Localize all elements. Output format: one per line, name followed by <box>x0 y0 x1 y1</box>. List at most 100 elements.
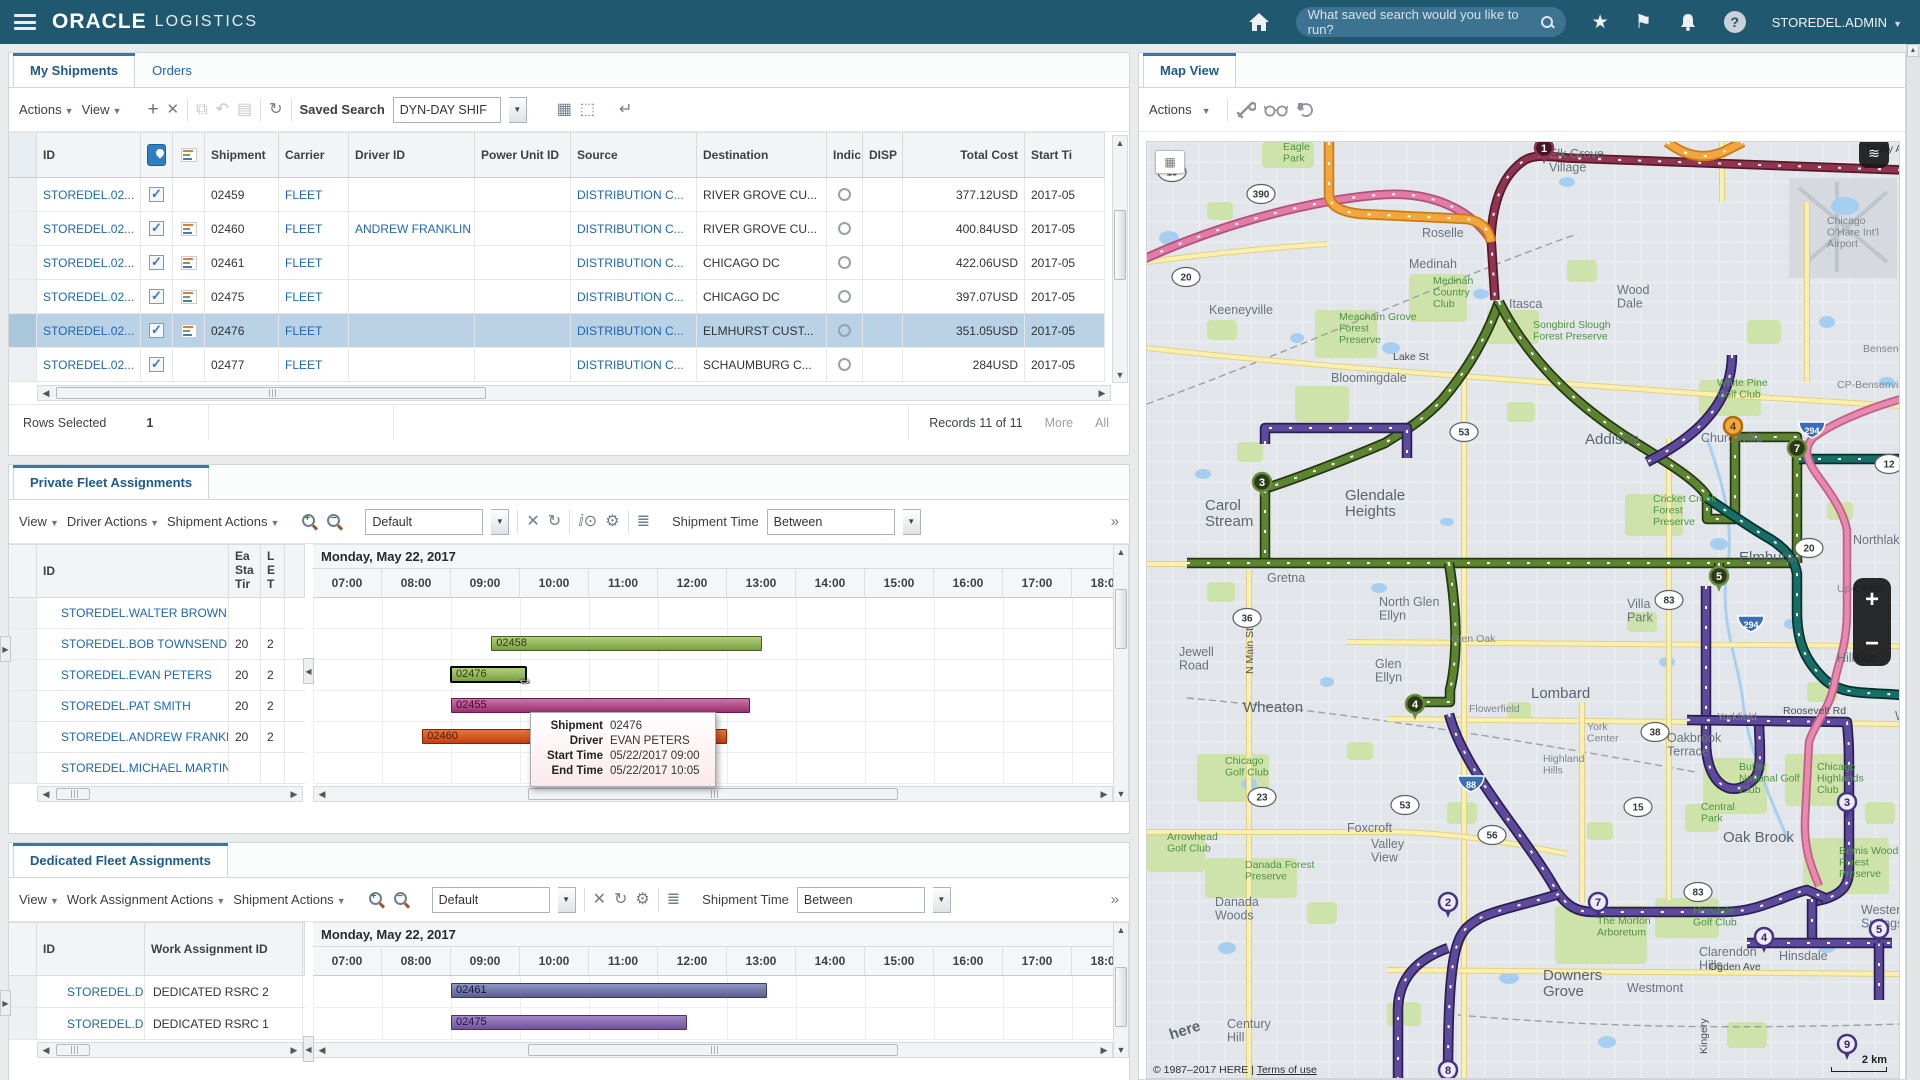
gantt-bar-02455[interactable]: 02455 <box>451 698 750 713</box>
pf-legend-icon[interactable]: ≣ <box>637 513 650 530</box>
link-driver-id[interactable]: STOREDEL.MICHAEL MARTIN <box>61 761 228 775</box>
map-layers-icon[interactable]: ≋ <box>1859 142 1889 168</box>
go-icon[interactable]: ↵ <box>619 101 632 118</box>
pf-driver-hours-icon[interactable]: ⅈ⊙ <box>578 513 597 530</box>
column-header-driver[interactable]: Driver ID <box>349 132 475 178</box>
column-header-cost[interactable]: Total Cost <box>903 132 1025 178</box>
list-item[interactable]: STOREDEL.MICHAEL MARTIN <box>9 753 305 784</box>
flag-icon[interactable]: ⚑ <box>1635 11 1652 34</box>
page-scrollbar[interactable]: ▲ <box>1906 44 1920 1080</box>
df-overflow-icon[interactable]: » <box>1111 891 1119 908</box>
add-icon[interactable]: + <box>147 100 158 119</box>
link-driver-id[interactable]: STOREDEL.BOB TOWNSEND <box>61 637 227 651</box>
column-header-gantt[interactable] <box>173 132 205 178</box>
link-source[interactable]: DISTRIBUTION C... <box>577 290 684 304</box>
scroll-left-icon[interactable]: ◀ <box>38 789 54 800</box>
pf-preset-select[interactable]: Default <box>365 508 484 535</box>
column-header-id[interactable]: ID <box>37 132 141 178</box>
link-carrier[interactable]: FLEET <box>285 188 322 202</box>
table-row[interactable]: STOREDEL.02... 02461 FLEET DISTRIBUTION C..… <box>9 246 1129 280</box>
map-zoom-in-icon[interactable]: + <box>1865 586 1879 614</box>
pf-overflow-icon[interactable]: » <box>1111 513 1119 530</box>
user-menu[interactable]: STOREDEL.ADMIN ▼ <box>1772 15 1902 30</box>
dedicated-vscrollbar[interactable]: ▲ ▼ <box>1113 922 1129 1058</box>
saved-search-select[interactable]: DYN-DAY SHIF <box>392 96 501 123</box>
link-driver-id[interactable]: STOREDEL.EVAN PETERS <box>61 668 212 682</box>
scroll-right-icon[interactable]: ▶ <box>1094 388 1110 399</box>
df-shipment-time-select[interactable]: Between <box>796 886 925 913</box>
duplicate-icon[interactable]: ⧉ <box>196 101 207 118</box>
map-checkbox[interactable] <box>149 186 164 202</box>
gantt-bar-02461[interactable]: 02461 <box>451 983 768 998</box>
link-carrier[interactable]: FLEET <box>285 256 322 270</box>
help-icon[interactable]: ? <box>1723 11 1746 33</box>
map-column-header-icon[interactable] <box>147 144 166 166</box>
link-source[interactable]: DISTRIBUTION C... <box>577 358 684 372</box>
scroll-right-icon[interactable]: ▶ <box>286 789 302 800</box>
link-id[interactable]: STOREDEL.02... <box>43 256 134 270</box>
scroll-right-icon[interactable]: ▶ <box>286 1045 302 1056</box>
hamburger-menu-icon[interactable] <box>14 14 36 30</box>
table-row[interactable]: STOREDEL.02... 02476 FLEET DISTRIBUTION C..… <box>9 314 1129 348</box>
detach-icon[interactable]: ⬚ <box>580 101 595 118</box>
link-carrier[interactable]: FLEET <box>285 324 322 338</box>
link-id[interactable]: STOREDEL.02... <box>43 290 134 304</box>
map-glasses-icon[interactable] <box>1263 102 1288 118</box>
link-source[interactable]: DISTRIBUTION C... <box>577 324 684 338</box>
map-zoom-out-icon[interactable]: − <box>1865 630 1879 658</box>
private-panel-expander-icon[interactable]: ▶ <box>0 636 11 662</box>
map-checkbox[interactable] <box>149 254 164 270</box>
undo-icon[interactable]: ↶ <box>216 101 229 118</box>
list-item[interactable]: STOREDEL.BOB TOWNSEND 20 2 <box>9 629 305 660</box>
gantt-bar-02458[interactable]: 02458 <box>491 636 762 651</box>
df-preset-dropdown-icon[interactable]: ▼ <box>557 886 576 913</box>
table-row[interactable]: STOREDEL.02... 02477 FLEET DISTRIBUTION C..… <box>9 348 1129 382</box>
save-icon[interactable]: ▤ <box>237 101 252 118</box>
list-item[interactable]: STOREDEL.D DEDICATED RSRC 1 <box>9 1008 305 1040</box>
link-driver-id[interactable]: STOREDEL.WALTER BROWN <box>61 606 227 620</box>
pf-preset-dropdown-icon[interactable]: ▼ <box>491 508 510 535</box>
link-id[interactable]: STOREDEL.02... <box>43 324 134 338</box>
pf-shipment-time-select[interactable]: Between <box>766 508 895 535</box>
scroll-down-icon[interactable]: ▼ <box>1117 787 1126 801</box>
home-icon[interactable] <box>1248 12 1270 32</box>
list-item[interactable]: STOREDEL.PAT SMITH 20 2 <box>9 691 305 722</box>
scroll-up-icon[interactable]: ▲ <box>1116 136 1125 150</box>
scroll-up-icon[interactable]: ▲ <box>1117 545 1126 559</box>
zoom-out-icon[interactable]: − <box>326 513 343 530</box>
table-row[interactable]: STOREDEL.02... 02475 FLEET DISTRIBUTION C..… <box>9 280 1129 314</box>
search-icon[interactable] <box>1541 15 1554 29</box>
all-link[interactable]: All <box>1095 416 1109 430</box>
link-source[interactable]: DISTRIBUTION C... <box>577 256 684 270</box>
delete-icon[interactable]: ✕ <box>167 102 180 117</box>
map-tools-wrench-icon[interactable] <box>1236 101 1256 119</box>
column-header-disp[interactable]: DISP <box>863 132 903 178</box>
link-source[interactable]: DISTRIBUTION C... <box>577 222 684 236</box>
map-checkbox[interactable] <box>149 220 164 236</box>
column-header-start[interactable]: Start Ti <box>1025 132 1105 178</box>
saved-search-dropdown-icon[interactable]: ▼ <box>508 96 527 123</box>
list-item[interactable]: STOREDEL.EVAN PETERS 20 2 <box>9 660 305 691</box>
dedicated-panel-expander-icon[interactable]: ▶ <box>0 990 11 1016</box>
scroll-down-icon[interactable]: ▼ <box>1117 1043 1126 1057</box>
pf-refresh-icon[interactable]: ↻ <box>548 513 561 530</box>
df-legend-icon[interactable]: ≣ <box>667 891 680 908</box>
gantt-column-header-icon[interactable] <box>180 148 197 162</box>
link-carrier[interactable]: FLEET <box>285 358 322 372</box>
map-reset-view-icon[interactable] <box>1296 101 1316 119</box>
gantt-cell-icon[interactable] <box>180 255 197 270</box>
gantt-cell-icon[interactable] <box>180 323 197 338</box>
scroll-left-icon[interactable]: ◀ <box>38 388 54 399</box>
tab-orders[interactable]: Orders <box>135 54 209 87</box>
gantt-bar-02476[interactable]: 02476 <box>451 667 526 682</box>
link-carrier[interactable]: FLEET <box>285 290 322 304</box>
private-splitter-icon[interactable]: ◀ <box>303 658 314 684</box>
scroll-left-icon[interactable]: ◀ <box>314 789 330 800</box>
column-header-shipment[interactable]: Shipment <box>205 132 279 178</box>
map-zoom-control[interactable]: + − <box>1853 578 1891 666</box>
zoom-in-icon[interactable]: + <box>301 513 318 530</box>
link-source[interactable]: DISTRIBUTION C... <box>577 188 684 202</box>
scroll-right-icon[interactable]: ▶ <box>1096 789 1112 800</box>
df-view-menu[interactable]: View ▼ <box>19 892 59 907</box>
column-header-map[interactable] <box>141 132 173 178</box>
